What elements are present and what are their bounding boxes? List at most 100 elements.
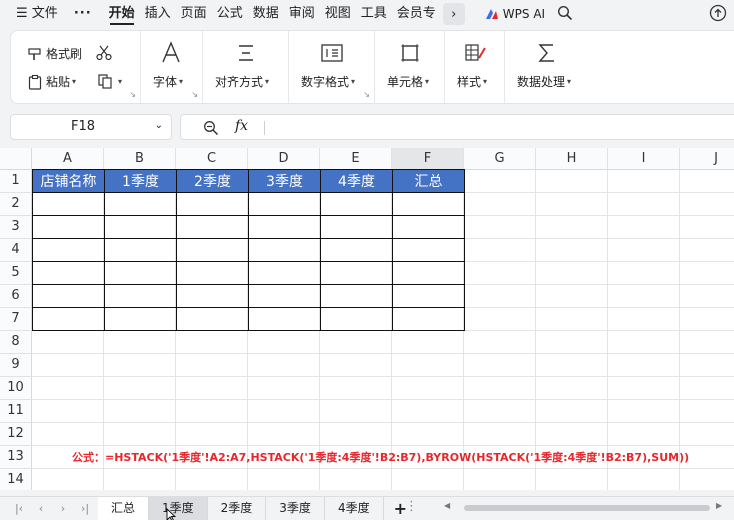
header-cell-store-name[interactable]: 店铺名称 [32, 169, 105, 193]
cell[interactable] [248, 284, 321, 308]
tab-formula[interactable]: 公式 [212, 0, 248, 28]
cell[interactable] [104, 261, 177, 285]
column-header-h[interactable]: H [536, 148, 608, 170]
cell[interactable] [248, 238, 321, 262]
row-header-11[interactable]: 11 [0, 400, 32, 423]
cell[interactable] [104, 215, 177, 239]
column-header-b[interactable]: B [104, 148, 176, 170]
chevron-right-icon[interactable]: › [442, 3, 465, 25]
cell[interactable] [248, 215, 321, 239]
sheet-tab-summary[interactable]: 汇总 [98, 496, 150, 520]
fx-icon[interactable]: fx [235, 118, 248, 134]
cell[interactable] [392, 215, 465, 239]
cell[interactable] [32, 284, 105, 308]
row-header-1[interactable]: 1 [0, 170, 32, 193]
more-menu-button[interactable]: ··· [62, 0, 104, 28]
cell[interactable] [392, 238, 465, 262]
cell[interactable] [392, 261, 465, 285]
select-all-corner[interactable] [0, 148, 32, 170]
paste-button[interactable]: 粘贴 ▾ [27, 73, 76, 90]
cell[interactable] [320, 261, 393, 285]
sheet-tab-q2[interactable]: 2季度 [208, 496, 267, 520]
header-cell-q3[interactable]: 3季度 [248, 169, 321, 193]
cell-group[interactable]: 单元格 ▾ [375, 31, 445, 103]
column-header-c[interactable]: C [176, 148, 248, 170]
column-header-e[interactable]: E [320, 148, 392, 170]
cell[interactable] [248, 307, 321, 331]
row-header-10[interactable]: 10 [0, 377, 32, 400]
tab-tools[interactable]: 工具 [356, 0, 392, 28]
search-icon[interactable] [557, 5, 573, 24]
sheet-tab-q3[interactable]: 3季度 [266, 496, 325, 520]
row-header-3[interactable]: 3 [0, 216, 32, 239]
tab-view[interactable]: 视图 [320, 0, 356, 28]
cell[interactable] [320, 284, 393, 308]
number-format-group[interactable]: 数字格式 ▾ ↘ [289, 31, 375, 103]
cut-button[interactable] [95, 44, 116, 62]
cell[interactable] [32, 261, 105, 285]
cell[interactable] [104, 307, 177, 331]
chevron-down-icon[interactable]: ⌄ [155, 120, 163, 131]
column-header-d[interactable]: D [248, 148, 320, 170]
cell[interactable] [104, 238, 177, 262]
column-header-j[interactable]: J [680, 148, 734, 170]
cell[interactable] [176, 307, 249, 331]
align-group[interactable]: 对齐方式 ▾ [203, 31, 289, 103]
dialog-launcher-icon[interactable]: ↘ [129, 90, 136, 99]
cell[interactable] [176, 238, 249, 262]
column-header-a[interactable]: A [32, 148, 104, 170]
row-header-5[interactable]: 5 [0, 262, 32, 285]
file-menu[interactable]: ☰ 文件 [0, 0, 62, 28]
header-cell-q1[interactable]: 1季度 [104, 169, 177, 193]
row-header-9[interactable]: 9 [0, 354, 32, 377]
scroll-left-icon[interactable]: ◀ [444, 501, 450, 510]
cell[interactable] [176, 192, 249, 216]
scroll-right-icon[interactable]: ▶ [716, 501, 722, 510]
format-painter-button[interactable]: 格式刷 [27, 45, 82, 62]
tab-review[interactable]: 审阅 [284, 0, 320, 28]
row-header-14[interactable]: 14 [0, 469, 32, 490]
row-header-13[interactable]: 13 [0, 446, 32, 469]
cell[interactable] [32, 215, 105, 239]
style-group[interactable]: 样式 ▾ [445, 31, 505, 103]
cell[interactable] [104, 192, 177, 216]
cloud-upload-icon[interactable] [708, 4, 728, 25]
data-process-group[interactable]: 数据处理 ▾ [505, 31, 595, 103]
sheet-tab-q4[interactable]: 4季度 [325, 496, 384, 520]
column-header-g[interactable]: G [464, 148, 536, 170]
cell[interactable] [104, 284, 177, 308]
tab-home[interactable]: 开始 [104, 0, 140, 28]
copy-button[interactable]: ▾ [97, 73, 122, 89]
header-cell-q2[interactable]: 2季度 [176, 169, 249, 193]
font-group[interactable]: 字体 ▾ ↘ [141, 31, 203, 103]
cell[interactable] [176, 284, 249, 308]
cell[interactable] [320, 307, 393, 331]
next-sheet-icon[interactable]: › [52, 502, 74, 515]
wps-ai-button[interactable]: WPS AI [485, 7, 545, 21]
cell[interactable] [320, 192, 393, 216]
spreadsheet-grid[interactable]: A B C D E F G H I J 1 2 3 4 5 6 7 8 9 10… [0, 148, 734, 490]
cell[interactable] [248, 261, 321, 285]
cell[interactable] [320, 215, 393, 239]
last-sheet-icon[interactable]: ›| [74, 502, 96, 515]
formula-input[interactable]: fx [180, 114, 734, 140]
cell[interactable] [32, 192, 105, 216]
tab-member[interactable]: 会员专 [392, 0, 441, 28]
cell[interactable] [32, 238, 105, 262]
row-header-6[interactable]: 6 [0, 285, 32, 308]
dialog-launcher-icon[interactable]: ↘ [363, 90, 370, 99]
row-header-2[interactable]: 2 [0, 193, 32, 216]
more-options-icon[interactable]: ⋮ [405, 499, 419, 514]
zoom-icon[interactable] [203, 120, 219, 136]
cell[interactable] [392, 284, 465, 308]
scrollbar-thumb[interactable] [464, 505, 710, 511]
dialog-launcher-icon[interactable]: ↘ [191, 90, 198, 99]
first-sheet-icon[interactable]: |‹ [8, 502, 30, 515]
tab-page[interactable]: 页面 [176, 0, 212, 28]
cell[interactable] [176, 215, 249, 239]
cell[interactable] [320, 238, 393, 262]
cell[interactable] [176, 261, 249, 285]
prev-sheet-icon[interactable]: ‹ [30, 502, 52, 515]
sheet-tab-q1[interactable]: 1季度 [149, 496, 208, 520]
cell[interactable] [248, 192, 321, 216]
